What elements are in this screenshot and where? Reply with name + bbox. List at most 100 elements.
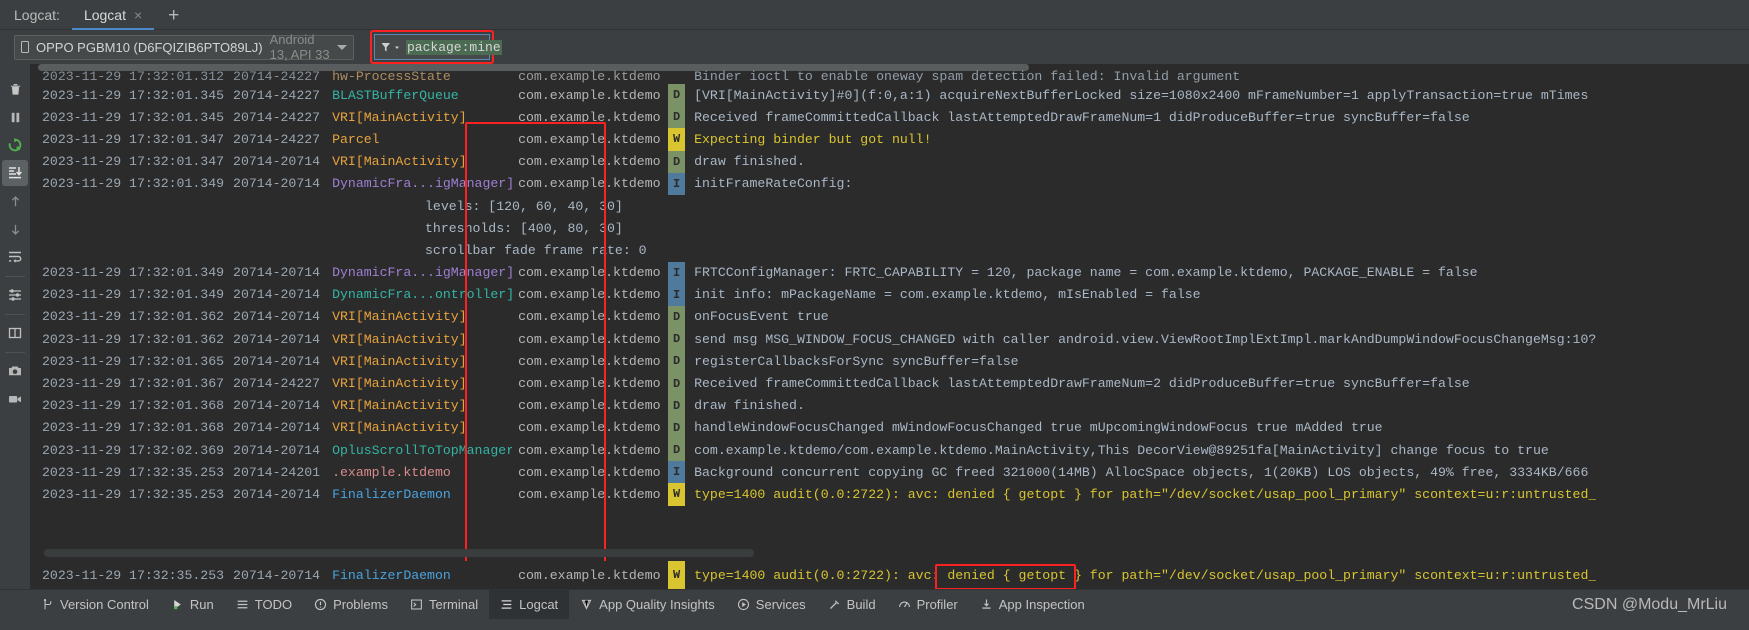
log-timestamp: 2023-11-29 17:32:01.349 [42,265,225,281]
device-name: OPPO PGBM10 (D6FQIZIB6PTO89LJ) [36,39,263,55]
log-timestamp: 2023-11-29 17:32:01.347 [42,131,225,147]
log-package: com.example.ktdemo [518,154,661,170]
split-panel-icon[interactable] [2,320,28,346]
log-timestamp: 2023-11-29 17:32:01.368 [42,420,225,436]
soft-wrap-icon[interactable] [2,244,28,270]
tab-logcat[interactable]: Logcat × [71,3,155,30]
watermark: CSDN @Modu_MrLiu [1572,595,1727,613]
log-level-badge: D [668,305,686,329]
log-level-badge [399,239,416,261]
restart-icon[interactable] [2,132,28,158]
log-row[interactable]: 2023-11-29 17:32:35.253 20714-24201 .examp… [30,461,1749,484]
log-row[interactable]: 2023-11-29 17:32:01.349 20714-20714 Dynami… [30,283,1749,306]
log-row[interactable]: 2023-11-29 17:32:01.347 20714-24227 Parcel… [30,128,1749,151]
bottom-tab-app-quality-insights[interactable]: App Quality Insights [569,590,726,619]
bottom-tab-services[interactable]: Services [726,590,817,619]
list-icon [236,598,249,611]
log-row[interactable]: 2023-11-29 17:32:01.345 20714-24227 VRI[Ma… [30,106,1749,129]
log-level-badge: I [668,461,686,484]
chevron-down-icon[interactable] [337,44,347,50]
filter-input[interactable]: package:mine [406,39,502,55]
device-selector[interactable]: OPPO PGBM10 (D6FQIZIB6PTO89LJ) Android 1… [14,32,354,62]
log-pid-tid: 20714-20714 [233,398,321,414]
log-tag: DynamicFra...igManager] [332,176,513,192]
log-row[interactable]: 2023-11-29 17:32:35.253 20714-20714 Finali… [30,561,1749,589]
log-level-badge: D [668,84,686,107]
log-row[interactable]: levels: [120, 60, 40, 30] [30,195,1749,217]
log-pid-tid: 20714-20714 [233,176,321,192]
log-row[interactable]: scrollbar fade frame rate: 0 [30,239,1749,261]
bottom-tab-todo[interactable]: TODO [225,590,303,619]
bottom-tab-problems[interactable]: Problems [303,590,399,619]
log-pid-tid: 20714-20714 [233,309,321,325]
funnel-icon[interactable] [380,41,400,54]
log-row[interactable]: 2023-11-29 17:32:01.368 20714-20714 VRI[Ma… [30,394,1749,417]
toolbar-divider [5,314,25,315]
pause-icon[interactable] [2,104,28,130]
log-level-badge [399,195,416,217]
log-level-badge: I [668,261,686,284]
bottom-tab-run[interactable]: Run [160,590,225,619]
logcat-console[interactable]: 2023-11-29 17:32:01.312 20714-24227 hw-Pro… [30,64,1749,561]
log-tag: Parcel [332,131,380,147]
bottom-tab-build[interactable]: Build [817,590,887,619]
bottom-tab-terminal[interactable]: Terminal [399,590,489,619]
log-tag: DynamicFra...ontroller] [332,287,513,303]
log-timestamp: 2023-11-29 17:32:01.345 [42,109,225,125]
bottom-tab-app-inspection[interactable]: App Inspection [969,590,1096,619]
log-row[interactable]: 2023-11-29 17:32:01.349 20714-20714 Dynami… [30,172,1749,195]
screen-record-icon[interactable] [2,386,28,412]
log-package: com.example.ktdemo [518,486,661,502]
log-message: FRTCConfigManager: FRTC_CAPABILITY = 120… [694,265,1478,281]
log-tag: VRI[MainActivity] [332,376,467,392]
log-row[interactable]: 2023-11-29 17:32:01.368 20714-20714 VRI[Ma… [30,416,1749,439]
log-tag: .example.ktdemo [332,464,451,480]
log-message: send msg MSG_WINDOW_FOCUS_CHANGED with c… [694,331,1597,347]
log-level-badge: I [668,172,686,195]
log-row[interactable]: 2023-11-29 17:32:01.345 20714-24227 BLASTB… [30,84,1749,107]
profiler-icon [898,598,911,611]
logcat-toolbar-row: OPPO PGBM10 (D6FQIZIB6PTO89LJ) Android 1… [0,30,1749,64]
filter-input-wrapper[interactable]: package:mine [374,34,502,60]
log-message: type=1400 audit(0.0:2722): avc: denied {… [694,486,1597,502]
log-pid-tid: 20714-24227 [233,87,321,103]
log-pid-tid: 20714-20714 [233,420,321,436]
log-pid-tid: 20714-20714 [233,567,321,583]
log-message: draw finished. [694,398,805,414]
side-toolbar-spacer [0,561,30,589]
next-occurrence-icon[interactable] [2,216,28,242]
log-row[interactable]: 2023-11-29 17:32:01.365 20714-20714 VRI[Ma… [30,350,1749,373]
bottom-tab-version-control[interactable]: Version Control [30,590,160,619]
log-row[interactable]: 2023-11-29 17:32:01.362 20714-20714 VRI[Ma… [30,305,1749,329]
log-row[interactable]: 2023-11-29 17:32:01.362 20714-20714 VRI[Ma… [30,328,1749,351]
bottom-tab-profiler[interactable]: Profiler [887,590,969,619]
log-row[interactable]: 2023-11-29 17:32:01.349 20714-20714 Dynami… [30,261,1749,284]
bottom-tab-label: Problems [333,597,388,612]
console-vertical-scrollbar[interactable] [1735,64,1749,561]
console-bottom-scrollbar[interactable] [44,549,754,557]
log-tag: VRI[MainActivity] [332,309,467,325]
log-row[interactable]: 2023-11-29 17:32:02.369 20714-20714 OplusS… [30,439,1749,462]
log-message: init info: mPackageName = com.example.kt… [694,287,1201,303]
bottom-tab-logcat[interactable]: Logcat [489,590,570,619]
log-timestamp: 2023-11-29 17:32:35.253 [42,464,225,480]
log-level-badge: W [668,483,686,506]
android-studio-logcat-window: Logcat: Logcat × + OPPO PGBM10 (D6FQIZIB… [0,0,1749,630]
add-tab-icon[interactable]: + [154,6,193,29]
previous-occurrence-icon[interactable] [2,188,28,214]
log-message: Binder ioctl to enable oneway spam detec… [694,69,1241,84]
log-row[interactable]: 2023-11-29 17:32:01.367 20714-24227 VRI[Ma… [30,372,1749,395]
toolbar-divider [5,352,25,353]
log-row[interactable]: thresholds: [400, 80, 30] [30,217,1749,239]
configure-icon[interactable] [2,282,28,308]
log-row[interactable]: 2023-11-29 17:32:01.347 20714-20714 VRI[Ma… [30,150,1749,173]
clear-logcat-icon[interactable] [2,76,28,102]
log-tag: VRI[MainActivity] [332,398,467,414]
log-pid-tid: 20714-24227 [233,69,321,84]
log-row[interactable]: 2023-11-29 17:32:01.312 20714-24227 hw-Pro… [30,69,1749,84]
scroll-to-end-icon[interactable] [2,160,28,186]
close-icon[interactable]: × [134,8,142,22]
play-icon [171,598,184,611]
screenshot-icon[interactable] [2,358,28,384]
log-row[interactable]: 2023-11-29 17:32:35.253 20714-20714 Finali… [30,483,1749,506]
